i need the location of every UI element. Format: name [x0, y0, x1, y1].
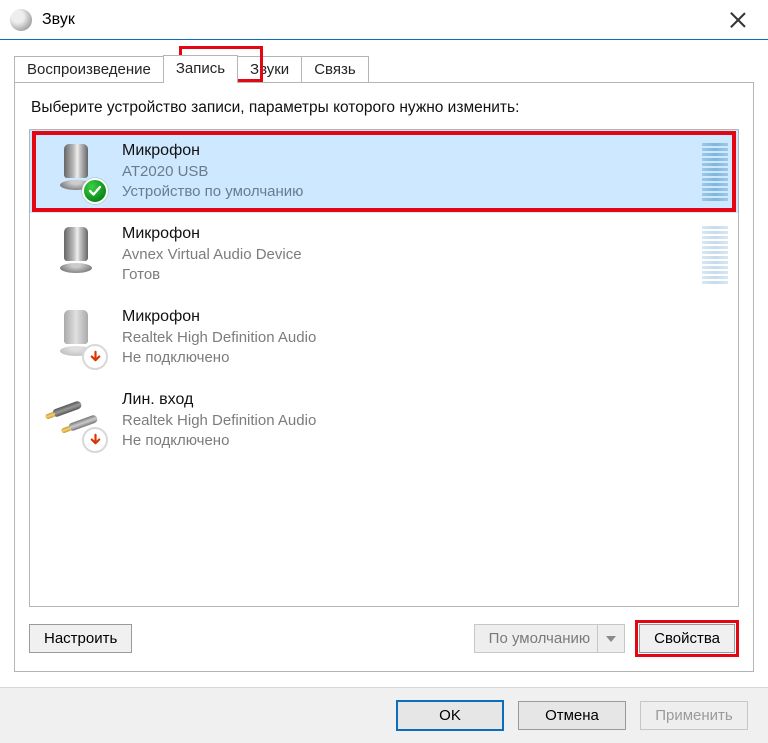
device-list[interactable]: Микрофон AT2020 USB Устройство по умолча… [29, 129, 739, 607]
tab-sounds[interactable]: Звуки [237, 56, 302, 82]
device-driver: Avnex Virtual Audio Device [122, 245, 694, 265]
apply-button: Применить [640, 701, 748, 730]
window-title: Звук [42, 11, 75, 29]
device-name: Микрофон [122, 307, 728, 328]
tab-communications[interactable]: Связь [301, 56, 368, 82]
sound-icon [10, 9, 32, 31]
set-default-dropdown[interactable]: По умолчанию [474, 624, 625, 653]
ok-button[interactable]: OK [396, 700, 504, 731]
device-name: Микрофон [122, 224, 694, 245]
unplugged-badge-icon [82, 344, 108, 370]
level-meter-icon [702, 143, 728, 201]
close-icon[interactable] [726, 8, 750, 32]
tab-recording[interactable]: Запись [163, 55, 238, 83]
line-in-icon [46, 391, 106, 451]
microphone-icon [46, 142, 106, 202]
device-driver: Realtek High Definition Audio [122, 328, 728, 348]
properties-button[interactable]: Свойства [639, 624, 735, 653]
microphone-icon [46, 225, 106, 285]
titlebar: Звук [0, 0, 768, 40]
checkmark-badge-icon [82, 178, 108, 204]
device-name: Лин. вход [122, 390, 728, 411]
device-status: Готов [122, 265, 694, 285]
chevron-down-icon [606, 636, 616, 642]
device-row[interactable]: Лин. вход Realtek High Definition Audio … [30, 379, 738, 462]
device-row[interactable]: Микрофон Realtek High Definition Audio Н… [30, 296, 738, 379]
cancel-button[interactable]: Отмена [518, 701, 626, 730]
panel-button-row: Настроить По умолчанию Свойства [29, 620, 739, 657]
instruction-text: Выберите устройство записи, параметры ко… [31, 99, 739, 117]
microphone-icon [46, 308, 106, 368]
tab-playback[interactable]: Воспроизведение [14, 56, 164, 82]
highlight-properties: Свойства [635, 620, 739, 657]
tab-panel: Выберите устройство записи, параметры ко… [14, 82, 754, 672]
tab-strip: Воспроизведение Запись Звуки Связь [14, 50, 754, 82]
device-row[interactable]: Микрофон Avnex Virtual Audio Device Гото… [30, 213, 738, 296]
device-row[interactable]: Микрофон AT2020 USB Устройство по умолча… [30, 130, 738, 213]
device-status: Не подключено [122, 431, 728, 451]
device-status: Устройство по умолчанию [122, 182, 694, 202]
device-status: Не подключено [122, 348, 728, 368]
device-driver: AT2020 USB [122, 162, 694, 182]
dialog-body: Воспроизведение Запись Звуки Связь Выбер… [0, 40, 768, 672]
unplugged-badge-icon [82, 427, 108, 453]
device-name: Микрофон [122, 141, 694, 162]
device-driver: Realtek High Definition Audio [122, 411, 728, 431]
dialog-button-row: OK Отмена Применить [0, 687, 768, 743]
set-default-label: По умолчанию [489, 630, 590, 647]
level-meter-icon [702, 226, 728, 284]
configure-button[interactable]: Настроить [29, 624, 132, 653]
